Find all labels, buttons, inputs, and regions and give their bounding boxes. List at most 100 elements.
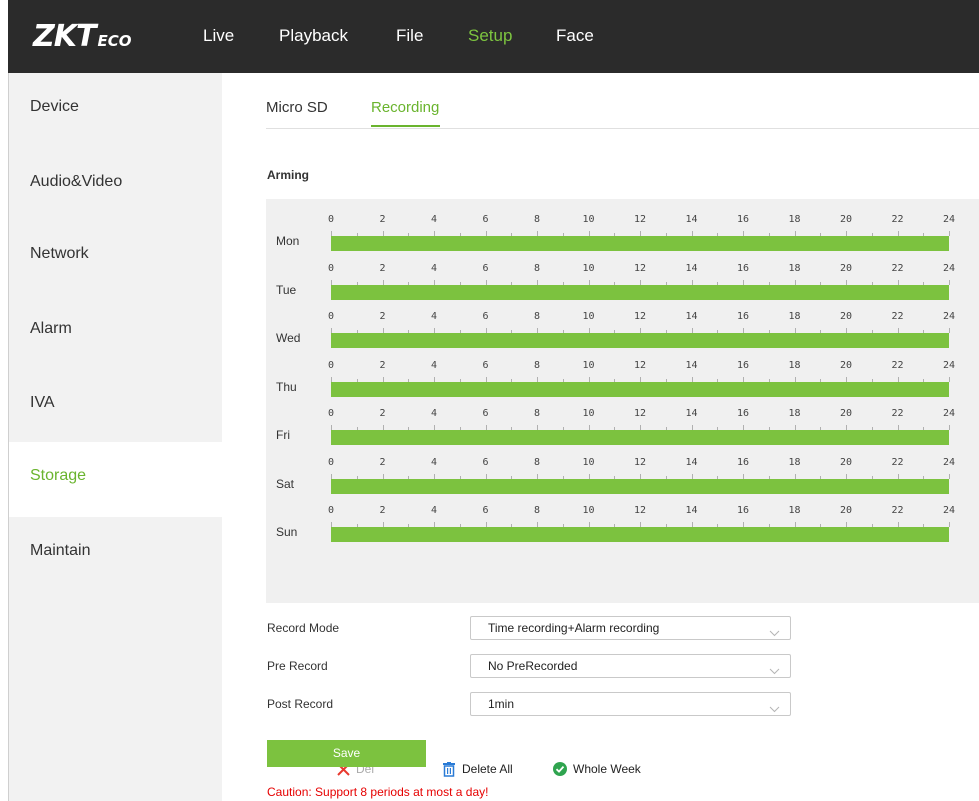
nav-playback[interactable]: Playback [279,26,348,46]
schedule-bar-mon[interactable] [331,236,949,251]
record-mode-value: Time recording+Alarm recording [488,621,660,635]
schedule-bar-fri[interactable] [331,430,949,445]
hour-tick-label: 6 [482,262,489,274]
hour-tick-label: 20 [839,311,853,322]
logo-text-eco: ECO [97,32,132,50]
post-record-select[interactable]: 1min [470,692,791,716]
hour-tick-label: 24 [942,359,956,371]
active-tab-indicator [371,125,440,127]
record-mode-select[interactable]: Time recording+Alarm recording [470,616,791,640]
hour-tick-label: 4 [430,456,438,468]
sidebar-item-device[interactable]: Device [9,73,222,148]
hour-tick-label: 12 [633,456,647,468]
sidebar-item-storage[interactable]: Storage [9,442,222,517]
hour-tick-label: 10 [582,456,595,468]
hour-tick-mark [949,425,950,430]
schedule-bar-wed[interactable] [331,333,949,348]
hour-tick-label: 12 [633,311,647,322]
hour-tick-label: 14 [685,359,698,371]
tab-micro-sd[interactable]: Micro SD [266,99,328,116]
hour-tick-label: 2 [379,505,386,516]
hour-tick-label: 20 [839,408,853,419]
schedule-bar-sat[interactable] [331,478,949,494]
tab-recording[interactable]: Recording [371,99,439,116]
tab-divider [266,128,979,129]
save-button[interactable]: Save [267,740,426,767]
hour-tick-label: 6 [482,456,489,468]
nav-setup[interactable]: Setup [468,26,512,46]
chevron-down-icon [769,660,780,682]
hour-tick-label: 24 [942,214,956,225]
arming-schedule: Del Delete All Whole Week Mon 0 2 4 6 8 10 12 14… [266,199,979,782]
hour-tick-label: 6 [482,359,489,371]
sidebar: Device Audio&Video Network Alarm IVA Sto… [9,73,222,801]
hour-tick-label: 6 [482,214,489,225]
hour-tick-label: 0 [327,359,335,371]
nav-face[interactable]: Face [556,26,594,46]
delete-all-label: Delete All [462,762,513,776]
hour-tick-mark [949,279,950,285]
day-label-mon: Mon [276,234,300,248]
check-circle-icon [553,762,567,776]
hour-tick-label: 0 [327,505,335,516]
hour-tick-label: 18 [788,408,801,419]
hour-tick-label: 18 [788,262,801,274]
hour-tick-mark [949,231,950,236]
hour-tick-label: 14 [685,505,698,516]
sidebar-item-audio-video[interactable]: Audio&Video [9,148,222,223]
hour-tick-label: 16 [736,262,750,274]
schedule-bar-thu[interactable] [331,381,949,397]
hour-tick-label: 16 [736,408,750,419]
schedule-bar-tue[interactable] [331,284,949,300]
hour-tick-mark [949,522,950,527]
schedule-bar-sun[interactable] [331,527,949,542]
hour-tick-label: 12 [633,505,647,516]
hour-tick-label: 4 [430,505,438,516]
hour-tick-label: 14 [685,214,698,225]
sidebar-item-maintain[interactable]: Maintain [9,517,222,592]
hour-tick-label: 8 [533,214,541,225]
day-label-sat: Sat [276,476,295,491]
hour-tick-label: 14 [685,311,698,322]
sidebar-item-alarm[interactable]: Alarm [9,295,222,370]
hour-tick-label: 20 [839,456,853,468]
nav-live[interactable]: Live [203,26,234,46]
delete-all-button[interactable]: Delete All [434,756,529,782]
hour-tick-label: 20 [839,262,853,274]
hour-tick-label: 18 [788,359,801,371]
hour-tick-mark [949,473,950,479]
hour-tick-label: 8 [533,456,541,468]
caution-text: Caution: Support 8 periods at most a day… [267,785,489,799]
hour-tick-label: 24 [942,311,956,322]
hour-tick-label: 24 [942,408,956,419]
arming-title: Arming [267,168,309,182]
trash-icon [442,761,456,777]
hour-tick-label: 20 [839,214,853,225]
pre-record-label: Pre Record [267,659,328,673]
post-record-label: Post Record [267,697,334,711]
hour-tick-label: 16 [736,311,750,322]
hour-tick-label: 2 [379,262,386,274]
hour-tick-label: 12 [633,262,647,274]
hour-tick-label: 14 [685,262,698,274]
nav-file[interactable]: File [396,26,423,46]
hour-tick-label: 8 [533,505,541,516]
hour-tick-label: 16 [736,505,750,516]
post-record-value: 1min [488,697,515,711]
whole-week-label: Whole Week [573,762,641,776]
hour-tick-label: 12 [633,359,647,371]
hour-tick-label: 8 [533,262,541,274]
whole-week-button[interactable]: Whole Week [545,756,655,782]
hour-tick-label: 22 [891,359,904,371]
hour-tick-label: 10 [582,214,595,225]
hour-tick-label: 24 [942,505,956,516]
sidebar-item-network[interactable]: Network [9,220,222,295]
hour-tick-label: 12 [633,214,647,225]
sidebar-item-iva[interactable]: IVA [9,369,222,444]
hour-tick-label: 22 [891,214,904,225]
pre-record-select[interactable]: No PreRecorded [470,654,791,678]
top-navigation-bar: ZK T ECO Live Playback File Setup Face [8,0,979,73]
day-label-fri: Fri [276,428,290,442]
day-label-thu: Thu [276,379,297,394]
hour-tick-label: 0 [327,311,335,322]
